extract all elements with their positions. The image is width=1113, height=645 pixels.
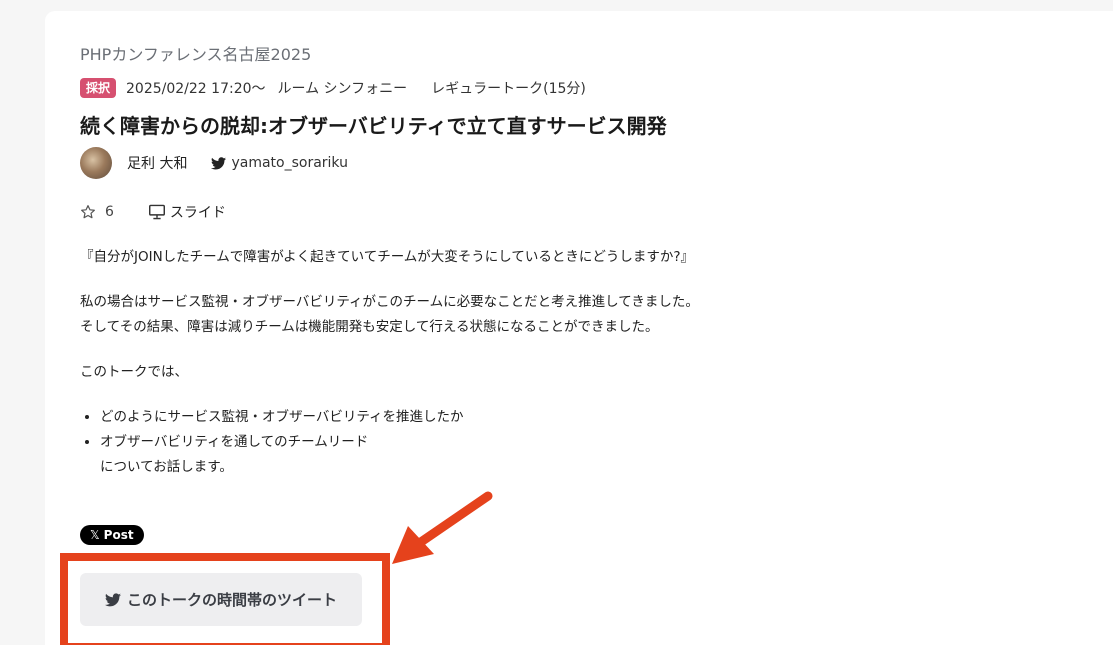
event-name[interactable]: PHPカンファレンス名古屋2025 [80,41,311,65]
talk-room: ルーム シンフォニー [277,81,408,97]
speaker-avatar[interactable] [80,147,112,179]
monitor-icon [148,204,165,220]
talk-description: 『自分がJOINしたチームで障害がよく起きていてチームが大変そうにしているときに… [80,245,980,480]
tweet-timeline-button[interactable]: このトークの時間帯のツイート [80,573,362,626]
talk-title: 続く障害からの脱却:オブザーバビリティで立て直すサービス開発 [80,114,667,138]
description-line: そしてその結果、障害は減りチームは機能開発も安定して行える状態になることができま… [80,319,659,335]
accepted-badge: 採択 [80,78,117,98]
x-post-label: Post [103,528,134,542]
description-list: どのようにサービス監視・オブザーバビリティを推進したか オブザーバビリティを通し… [80,405,980,455]
twitter-bird-icon [104,592,121,606]
talk-datetime: 2025/02/22 17:20〜 [126,81,266,97]
star-count: 6 [105,204,114,220]
speaker-name[interactable]: 足利 大和 [127,153,187,173]
speaker-twitter-link[interactable]: yamato_sorariku [211,155,348,171]
description-line: 『自分がJOINしたチームで障害がよく起きていてチームが大変そうにしているときに… [80,249,695,265]
page: PHPカンファレンス名古屋2025 採択 2025/02/22 17:20〜 ル… [0,0,1113,645]
list-item: どのようにサービス監視・オブザーバビリティを推進したか [100,405,980,430]
talk-meta: 採択 2025/02/22 17:20〜 ルーム シンフォニー レギュラートーク… [80,77,586,99]
slide-label: スライド [169,205,226,221]
twitter-bird-icon [211,156,227,169]
x-post-button[interactable]: 𝕏 Post [80,525,144,545]
star-outline-icon [81,205,95,219]
list-item: オブザーバビリティを通してのチームリード [100,430,980,455]
speaker-row: 足利 大和 yamato_sorariku [80,147,348,179]
talk-type: レギュラートーク(15分) [431,81,586,97]
description-line: 私の場合はサービス監視・オブザーバビリティがこのチームに必要なことだと考え推進し… [80,294,699,310]
twitter-handle: yamato_sorariku [231,155,348,171]
tweet-timeline-label: このトークの時間帯のツイート [126,591,337,609]
x-logo-icon: 𝕏 [90,528,100,542]
actions-row: 6 スライド [80,201,226,223]
description-line: このトークでは、 [80,364,188,380]
star-button[interactable]: 6 [80,204,114,220]
description-line: についてお話します。 [100,459,233,475]
slide-link[interactable]: スライド [148,202,226,222]
